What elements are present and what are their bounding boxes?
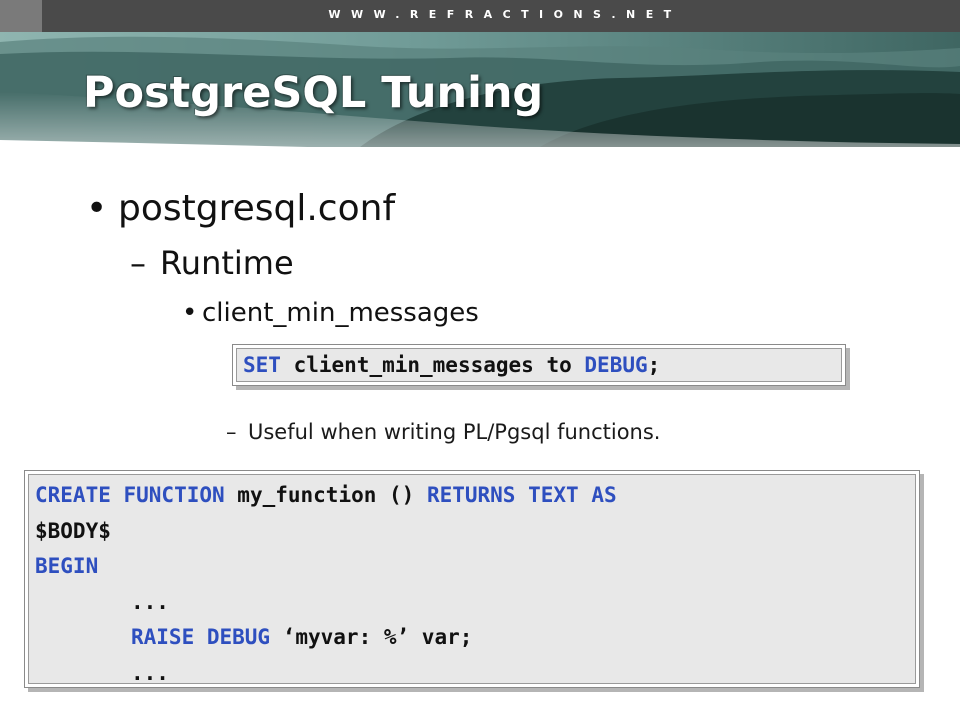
bullet-level-2: – Runtime xyxy=(130,244,294,282)
bullet-level-1: • postgresql.conf xyxy=(86,188,395,229)
dash-marker-icon: – xyxy=(130,244,146,282)
bullet-level-4: – Useful when writing PL/Pgsql functions. xyxy=(226,420,660,444)
code-line: ... xyxy=(35,585,919,621)
website-url: WWW.REFRACTIONS.NET xyxy=(328,8,682,21)
code-line: $BODY$ xyxy=(35,514,919,550)
code-keyword: BEGIN xyxy=(35,554,99,578)
code-keyword: RAISE DEBUG xyxy=(131,625,271,649)
top-bar: WWW.REFRACTIONS.NET xyxy=(0,0,960,32)
code-text: ... xyxy=(131,589,169,614)
code-line: ... xyxy=(35,656,919,692)
code-keyword: RETURNS TEXT AS xyxy=(426,483,617,507)
code-block-function: CREATE FUNCTION my_function () RETURNS T… xyxy=(24,470,920,688)
code-text: ‘myvar: %’ var; xyxy=(270,625,473,649)
code-line: RAISE DEBUG ‘myvar: %’ var; xyxy=(35,620,919,656)
code-keyword: DEBUG xyxy=(584,353,648,377)
bullet-text: Runtime xyxy=(160,244,294,282)
code-line: CREATE FUNCTION my_function () RETURNS T… xyxy=(35,478,919,514)
bullet-level-3: • client_min_messages xyxy=(182,298,479,328)
bullet-text: postgresql.conf xyxy=(118,188,396,229)
slide-title: PostgreSQL Tuning xyxy=(83,68,544,118)
code-keyword: CREATE FUNCTION xyxy=(35,483,225,507)
code-text: ... xyxy=(131,660,169,685)
code-keyword: SET xyxy=(243,353,281,377)
code-text: $BODY$ xyxy=(35,518,111,543)
code-block-set: SET client_min_messages to DEBUG; xyxy=(232,344,846,386)
bullet-dot-icon: • xyxy=(86,188,108,229)
forest-banner-image xyxy=(0,32,960,210)
code-line: BEGIN xyxy=(35,549,919,585)
bullet-text: Useful when writing PL/Pgsql functions. xyxy=(248,420,661,444)
code-text: ; xyxy=(647,353,661,377)
code-text: to xyxy=(546,353,572,377)
code-text: my_function () xyxy=(224,483,427,507)
bullet-text: client_min_messages xyxy=(202,298,479,328)
code-text: client_min_messages xyxy=(280,353,547,377)
bullet-dot-icon: • xyxy=(182,298,198,328)
dash-marker-icon: – xyxy=(226,420,237,444)
